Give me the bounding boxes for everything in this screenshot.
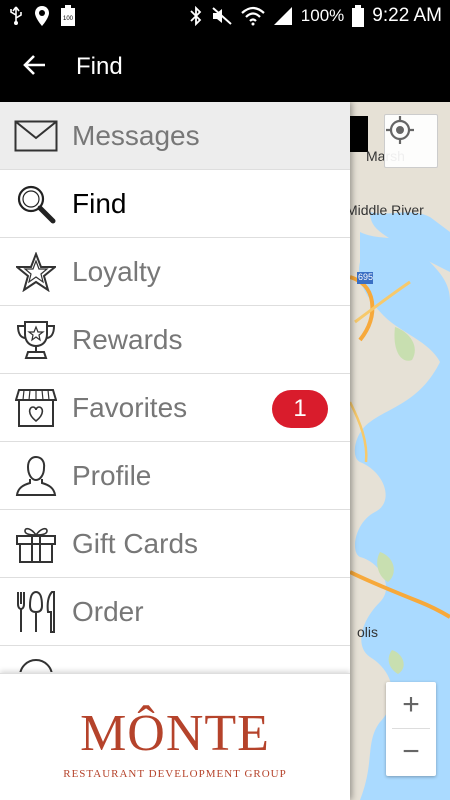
- menu-item-messages[interactable]: Messages: [0, 102, 350, 170]
- person-icon: [0, 455, 72, 497]
- my-location-button[interactable]: [384, 114, 438, 168]
- brand-tagline: RESTAURANT DEVELOPMENT GROUP: [63, 768, 287, 780]
- zoom-in-button[interactable]: +: [386, 682, 436, 728]
- map-label-highway: 695: [358, 272, 374, 282]
- zoom-out-button[interactable]: −: [386, 729, 436, 775]
- clock: 9:22 AM: [372, 5, 442, 26]
- signal-icon: [273, 6, 293, 26]
- menu-label-favorites: Favorites: [72, 391, 188, 423]
- menu-label-find: Find: [72, 187, 127, 219]
- battery-small-icon: 100: [60, 5, 76, 27]
- menu-label-order: Order: [72, 595, 144, 627]
- app-bar: Find: [0, 32, 450, 102]
- location-icon: [34, 5, 50, 27]
- menu-item-find[interactable]: Find: [0, 170, 350, 238]
- gift-icon: [0, 524, 72, 564]
- usb-icon: [8, 6, 24, 26]
- circle-icon: [0, 646, 72, 672]
- menu-item-gift-cards[interactable]: Gift Cards: [0, 510, 350, 578]
- menu-item-loyalty[interactable]: Loyalty: [0, 238, 350, 306]
- favorites-count-badge: 1: [272, 390, 328, 428]
- status-bar: 100 100% 9:22 AM: [0, 0, 450, 32]
- map-search-bar: [350, 116, 368, 152]
- menu-item-favorites[interactable]: Favorites 1: [0, 374, 350, 442]
- magnifier-icon: [0, 184, 72, 224]
- arrow-left-icon: [23, 53, 47, 82]
- map-label-city: olis: [357, 624, 379, 640]
- menu-item-order[interactable]: Order: [0, 578, 350, 646]
- menu-item-profile[interactable]: Profile: [0, 442, 350, 510]
- bluetooth-icon: [189, 6, 203, 26]
- storefront-heart-icon: [0, 388, 72, 428]
- zoom-controls: + −: [386, 682, 436, 776]
- battery-icon: [352, 5, 365, 27]
- svg-text:100: 100: [63, 16, 74, 22]
- envelope-icon: [0, 120, 72, 152]
- navigation-drawer: Messages Find Loyalty Rewards Favorites …: [0, 102, 350, 800]
- menu-label-loyalty: Loyalty: [72, 255, 161, 287]
- menu-label-gift-cards: Gift Cards: [72, 527, 199, 559]
- wifi-icon: [241, 6, 265, 26]
- mute-icon: [211, 6, 233, 26]
- menu-label-messages: Messages: [72, 119, 200, 151]
- brand-logo: MÔNTE: [80, 705, 270, 762]
- menu-label-rewards: Rewards: [72, 323, 183, 355]
- battery-percent: 100%: [300, 6, 345, 25]
- trophy-icon: [0, 320, 72, 360]
- menu-item-rewards[interactable]: Rewards: [0, 306, 350, 374]
- map-label-middle-river: Middle River: [346, 202, 424, 218]
- menu-item-more[interactable]: [0, 646, 350, 672]
- page-title: Find: [76, 53, 123, 80]
- drawer-footer: MÔNTE RESTAURANT DEVELOPMENT GROUP: [0, 673, 350, 800]
- utensils-icon: [0, 590, 72, 634]
- star-icon: [0, 251, 72, 292]
- menu-label-profile: Profile: [72, 459, 152, 491]
- back-button[interactable]: [0, 32, 70, 102]
